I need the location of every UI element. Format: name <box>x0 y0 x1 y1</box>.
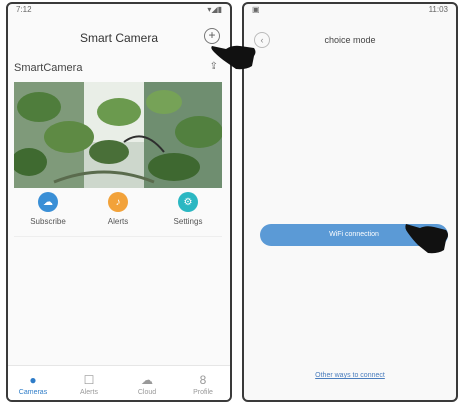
pointing-hand-icon <box>211 45 256 70</box>
settings-item[interactable]: ⚙ Settings <box>158 192 218 226</box>
tab-cloud[interactable]: ☁ Cloud <box>122 373 172 396</box>
other-ways-link[interactable]: Other ways to connect <box>244 372 456 379</box>
camera-feed-image <box>14 82 222 188</box>
status-icons: ▾◢▮ <box>207 5 222 14</box>
status-time: 7:12 <box>16 5 32 14</box>
app-screen-choice-mode: ▣ 11:03 ‹ choice mode WiFi connection Ot… <box>242 2 458 402</box>
bottom-tab-bar: ● Cameras ☐ Alerts ☁ Cloud 8 Profile <box>8 365 230 400</box>
bell-icon: ♪ <box>108 192 128 212</box>
gear-icon: ⚙ <box>178 192 198 212</box>
status-time: 11:03 <box>428 5 448 14</box>
tab-label: Alerts <box>80 389 98 396</box>
page-title: Smart Camera <box>79 31 159 45</box>
page-title: choice mode <box>324 35 376 45</box>
tab-label: Cameras <box>18 389 48 396</box>
alerts-item[interactable]: ♪ Alerts <box>88 192 148 226</box>
alert-tab-icon: ☐ <box>83 373 95 387</box>
subscribe-label: Subscribe <box>30 217 66 226</box>
settings-label: Settings <box>173 217 203 226</box>
camera-live-view[interactable] <box>14 82 222 188</box>
pointing-hand-icon <box>405 224 448 254</box>
status-bar: 7:12 ▾◢▮ <box>8 4 230 16</box>
subscribe-item[interactable]: ☁ Subscribe <box>18 192 78 226</box>
tab-label: Cloud <box>137 389 157 396</box>
cloud-tab-icon: ☁ <box>141 373 153 387</box>
tab-alerts[interactable]: ☐ Alerts <box>64 373 114 396</box>
status-icons-left: ▣ <box>252 5 260 14</box>
feature-row: ☁ Subscribe ♪ Alerts ⚙ Settings <box>14 192 222 230</box>
camera-tab-icon: ● <box>29 373 37 387</box>
tab-label: Profile <box>193 389 213 396</box>
divider <box>14 236 222 237</box>
cloud-icon: ☁ <box>38 192 58 212</box>
tab-profile[interactable]: 8 Profile <box>178 373 228 396</box>
tab-cameras[interactable]: ● Cameras <box>8 373 58 396</box>
alerts-label: Alerts <box>107 217 129 226</box>
app-screen-home: 7:12 ▾◢▮ Smart Camera + SmartCamera ⇪ ☁ … <box>6 2 232 402</box>
device-name[interactable]: SmartCamera <box>14 62 82 74</box>
status-bar: ▣ 11:03 <box>244 4 456 16</box>
profile-tab-icon: 8 <box>199 373 207 387</box>
